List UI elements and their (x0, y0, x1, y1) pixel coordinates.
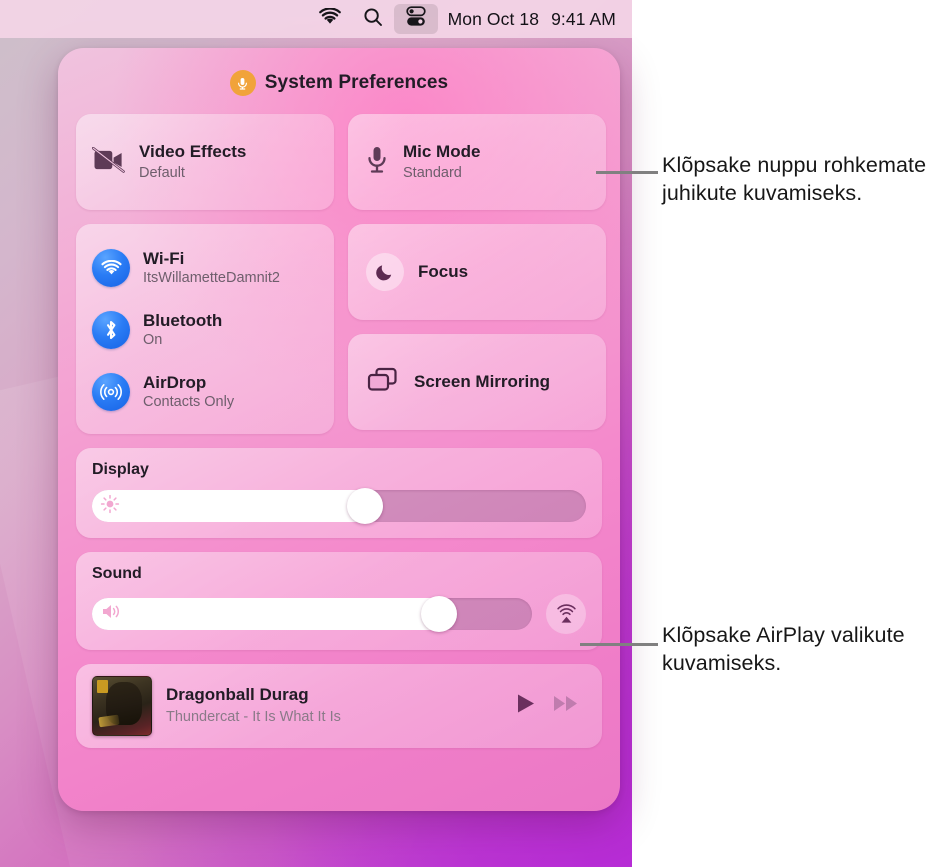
wifi-value: ItsWillametteDamnit2 (143, 270, 280, 287)
menubar-item-control-center[interactable] (393, 4, 438, 34)
search-icon (363, 7, 383, 32)
airplay-button[interactable] (546, 594, 586, 634)
play-button[interactable] (513, 691, 538, 721)
artwork-signature (98, 715, 120, 729)
callout-more-controls: Klõpsake nuppu rohkemate juhikute kuvami… (662, 152, 928, 208)
control-center-icon (405, 6, 427, 32)
screen-mirroring-icon (366, 366, 400, 399)
airplay-icon (556, 603, 576, 623)
screenshot-root: Mon Oct 18 9:41 AM System Preferences Vi… (0, 0, 934, 867)
display-label: Display (92, 461, 149, 478)
sound-label: Sound (92, 565, 142, 582)
top-tiles-row: Video Effects Default Mic Mode Standard (76, 114, 606, 210)
mic-mode-tile[interactable]: Mic Mode Standard (348, 114, 606, 210)
display-brightness-slider[interactable] (92, 488, 586, 524)
bluetooth-label: Bluetooth (143, 310, 223, 330)
bluetooth-icon (92, 311, 130, 349)
focus-tile[interactable]: Focus (348, 224, 606, 320)
sound-slider-knob[interactable] (420, 596, 457, 632)
speaker-icon (100, 602, 124, 626)
now-playing-title: Dragonball Durag (166, 685, 309, 705)
wifi-icon (318, 7, 341, 30)
fast-forward-icon (554, 696, 577, 711)
airdrop-label: AirDrop (143, 372, 207, 392)
connectivity-row-bluetooth[interactable]: Bluetooth On (76, 299, 334, 361)
wifi-label: Wi-Fi (143, 248, 185, 268)
display-slider-fill (92, 490, 379, 522)
now-playing-module: Dragonball Durag Thundercat - It Is What… (76, 664, 602, 748)
video-effects-tile[interactable]: Video Effects Default (76, 114, 334, 210)
control-center-panel: System Preferences Video Effects Default… (58, 48, 620, 811)
wifi-icon (92, 249, 130, 287)
video-effects-label: Video Effects (139, 141, 247, 161)
callout-leader-line-1 (596, 171, 658, 174)
sound-volume-slider[interactable] (92, 596, 532, 632)
display-slider-knob[interactable] (346, 488, 383, 524)
menubar-date: Mon Oct 18 (447, 8, 540, 29)
play-icon (518, 694, 534, 713)
menubar-clock[interactable]: Mon Oct 18 9:41 AM (438, 9, 622, 30)
focus-label: Focus (418, 262, 469, 281)
video-effects-value: Default (139, 164, 185, 181)
moon-icon (366, 253, 404, 291)
control-center-title: System Preferences (264, 72, 449, 93)
menu-bar: Mon Oct 18 9:41 AM (0, 0, 632, 38)
menubar-time: 9:41 AM (551, 8, 616, 29)
middle-row: Wi-Fi ItsWillametteDamnit2 Bluetooth On … (76, 210, 606, 434)
screen-mirroring-tile[interactable]: Screen Mirroring (348, 334, 606, 430)
callout-leader-line-2 (580, 643, 658, 646)
album-artwork (92, 676, 152, 736)
mic-mode-label: Mic Mode (403, 141, 481, 161)
display-module: Display (76, 448, 602, 538)
microphone-badge-icon (229, 70, 256, 96)
sound-module: Sound (76, 552, 602, 650)
mic-mode-value: Standard (403, 164, 462, 181)
callout-airplay-text: Klõpsake AirPlay valikute kuvamiseks. (662, 623, 905, 675)
connectivity-tile: Wi-Fi ItsWillametteDamnit2 Bluetooth On … (76, 224, 334, 434)
menubar-item-spotlight[interactable] (352, 4, 394, 34)
airdrop-icon (92, 373, 130, 411)
control-center-header: System Preferences (76, 68, 602, 98)
screen-mirroring-label: Screen Mirroring (414, 372, 551, 391)
connectivity-row-airdrop[interactable]: AirDrop Contacts Only (76, 361, 334, 423)
connectivity-row-wifi[interactable]: Wi-Fi ItsWillametteDamnit2 (76, 237, 334, 299)
callout-airplay: Klõpsake AirPlay valikute kuvamiseks. (662, 622, 934, 678)
menubar-item-wifi[interactable] (308, 4, 352, 34)
microphone-icon (364, 145, 390, 180)
sound-slider-fill (92, 598, 453, 630)
bluetooth-value: On (143, 332, 163, 349)
now-playing-artist: Thundercat - It Is What It Is (166, 708, 341, 725)
artwork-badge (97, 680, 108, 693)
airdrop-value: Contacts Only (143, 394, 235, 411)
video-off-icon (91, 146, 126, 178)
brightness-icon (100, 494, 120, 519)
callout-more-controls-text: Klõpsake nuppu rohkemate juhikute kuvami… (662, 153, 927, 205)
fast-forward-button[interactable] (552, 691, 580, 721)
